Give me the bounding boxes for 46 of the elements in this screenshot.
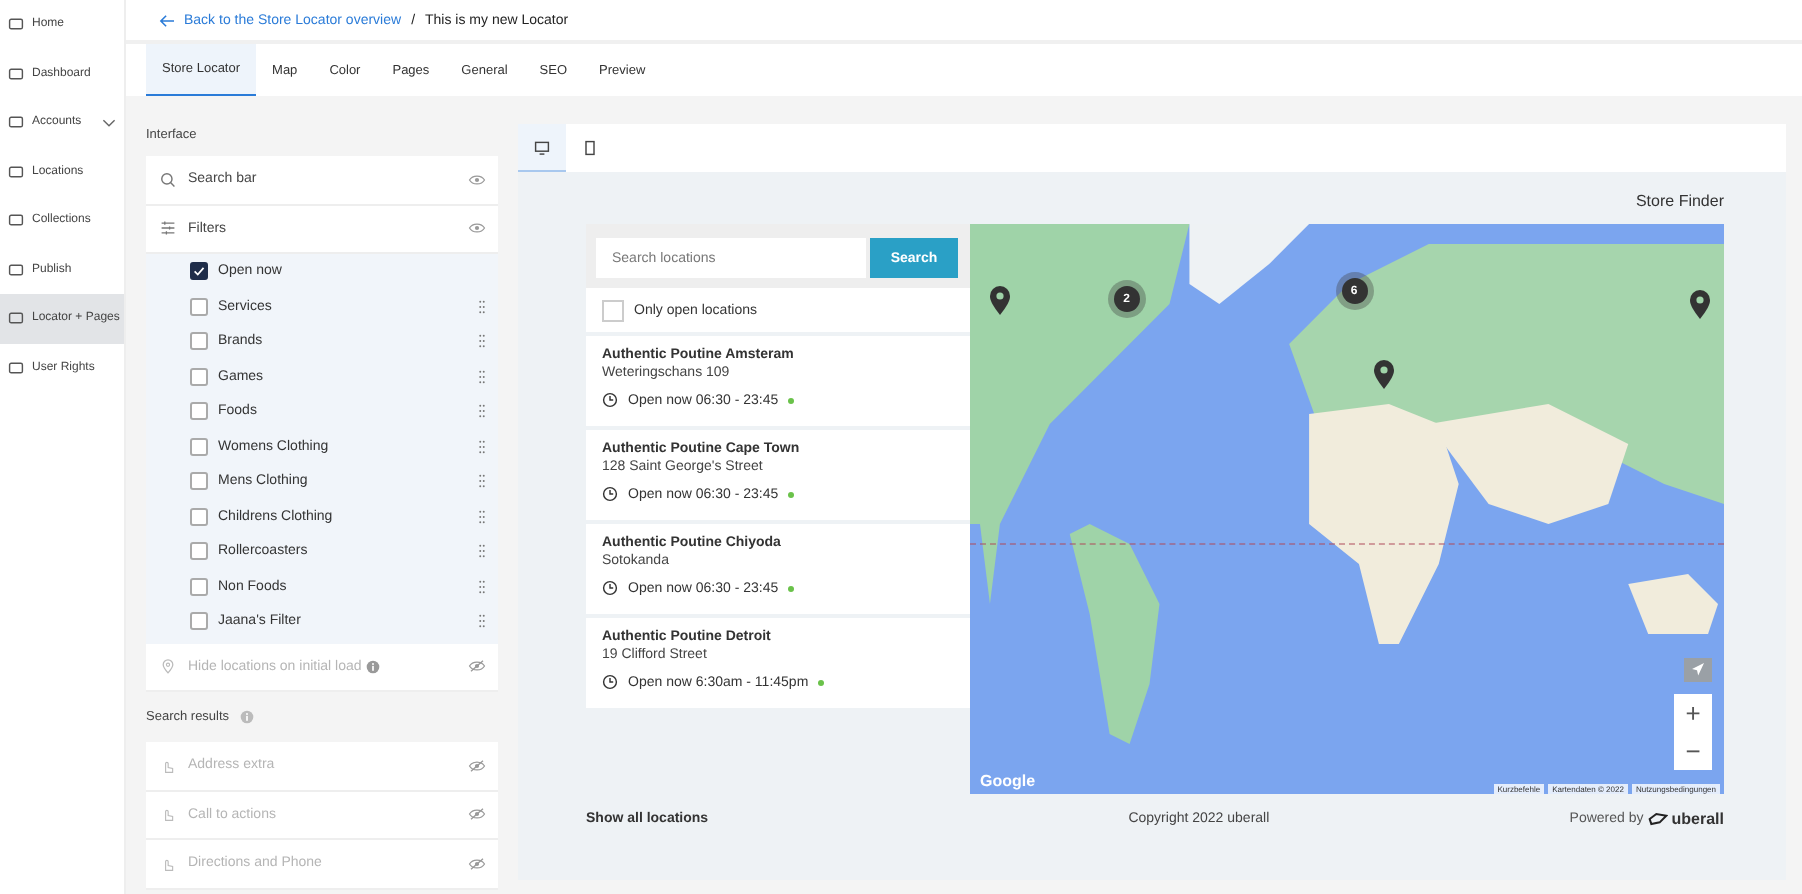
checkbox[interactable] [190, 507, 208, 526]
tablet-icon [582, 140, 598, 156]
checkbox[interactable] [190, 542, 208, 561]
map-logo: Google [980, 772, 1036, 790]
clock-icon [602, 486, 618, 502]
map-pin-icon[interactable] [1372, 358, 1397, 390]
eye-slash-icon[interactable] [468, 660, 486, 673]
nav-icon [8, 114, 24, 131]
nav-icon [8, 359, 24, 376]
checkbox[interactable] [190, 612, 208, 631]
checkbox[interactable] [190, 297, 208, 316]
checkbox[interactable] [190, 402, 208, 421]
eye-slash-icon[interactable] [468, 808, 486, 821]
checkbox[interactable] [190, 472, 208, 491]
nav-icon [8, 65, 24, 82]
clock-icon [602, 580, 618, 596]
nav-icon [8, 212, 24, 229]
chevron-down-icon [102, 117, 116, 128]
nav-icon [8, 163, 24, 180]
monitor-icon [534, 139, 550, 155]
brand-name: uberall [1671, 809, 1724, 827]
map-pin-icon[interactable] [1688, 288, 1713, 320]
eye-slash-icon[interactable] [468, 759, 486, 772]
checkbox[interactable] [190, 577, 208, 596]
store-finder-title: Store Finder [1633, 192, 1724, 214]
eye-icon[interactable] [468, 173, 486, 186]
clock-icon [602, 392, 618, 408]
nav-icon [8, 16, 24, 33]
map-pin-icon[interactable] [987, 284, 1012, 316]
eye-slash-icon[interactable] [468, 857, 486, 870]
device-tab[interactable] [518, 124, 566, 172]
info-icon[interactable] [239, 710, 254, 724]
nav-icon [8, 310, 24, 327]
checkbox[interactable] [190, 262, 208, 281]
checkbox[interactable] [190, 367, 208, 386]
info-icon[interactable] [365, 659, 380, 674]
location-pin-icon [160, 658, 176, 675]
brand-logo-icon [1647, 811, 1668, 825]
checkbox[interactable] [190, 332, 208, 351]
arrow-left-icon [158, 13, 176, 27]
search-icon [160, 171, 176, 188]
nav-icon [8, 261, 24, 278]
eye-icon[interactable] [468, 222, 486, 235]
clock-icon [602, 674, 618, 690]
checkbox[interactable] [190, 437, 208, 456]
sliders-icon [160, 220, 176, 237]
